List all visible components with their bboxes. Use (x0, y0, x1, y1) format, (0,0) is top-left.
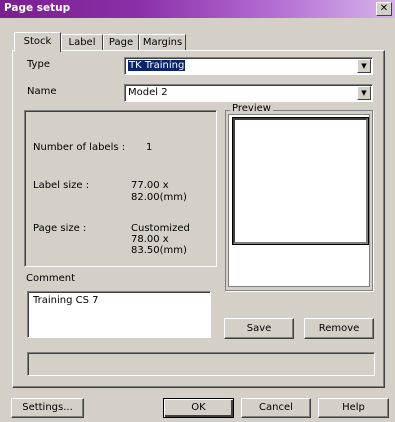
settings-button-label: Settings... (22, 402, 73, 413)
help-button[interactable]: Help (318, 398, 389, 418)
tab-margins[interactable]: Margins (139, 34, 186, 51)
tab-margins-label: Margins (142, 37, 183, 48)
cancel-button-label: Cancel (259, 402, 293, 413)
page-size-value-line1: Customized (131, 223, 190, 234)
number-of-labels-label: Number of labels : (33, 142, 126, 153)
comment-value: Training CS 7 (33, 295, 99, 306)
help-button-label: Help (342, 402, 365, 413)
page-size-value-line2: 78.00 x (131, 234, 169, 245)
remove-button[interactable]: Remove (304, 318, 374, 339)
save-button-label: Save (246, 323, 272, 334)
save-button[interactable]: Save (224, 318, 294, 339)
tab-label[interactable]: Label (61, 34, 103, 51)
comment-textarea[interactable]: Training CS 7 (27, 291, 211, 338)
tab-stock[interactable]: Stock (14, 32, 61, 52)
close-icon: ✕ (379, 3, 389, 14)
label-size-label: Label size : (33, 180, 90, 191)
name-dropdown-button[interactable]: ▼ (357, 86, 371, 100)
comment-label: Comment (26, 273, 75, 284)
settings-button[interactable]: Settings... (11, 398, 84, 418)
type-dropdown-button[interactable]: ▼ (357, 59, 371, 73)
remove-button-label: Remove (318, 323, 360, 334)
label-preview-box (232, 117, 369, 245)
cancel-button[interactable]: Cancel (241, 398, 311, 418)
name-combobox[interactable]: Model 2 ▼ (124, 84, 373, 102)
label-size-value-line2: 82.00(mm) (131, 192, 187, 203)
ok-button[interactable]: OK (163, 398, 234, 418)
close-button[interactable]: ✕ (376, 2, 392, 16)
active-tab-joiner (15, 50, 59, 52)
page-size-label: Page size : (33, 223, 87, 234)
tab-page-label: Page (108, 37, 134, 48)
preview-label: Preview (230, 103, 273, 114)
label-size-value-line1: 77.00 x (131, 180, 169, 191)
name-value: Model 2 (128, 87, 168, 98)
number-of-labels-value: 1 (146, 142, 153, 153)
chevron-down-icon: ▼ (361, 62, 367, 70)
window-title: Page setup (4, 2, 71, 14)
status-field (27, 352, 375, 376)
tab-label-label: Label (68, 37, 96, 48)
name-label: Name (27, 86, 57, 97)
type-combobox[interactable]: TK Training ▼ (124, 57, 373, 75)
tab-page[interactable]: Page (103, 34, 139, 51)
type-value: TK Training (128, 60, 186, 71)
tab-stock-label: Stock (23, 36, 52, 47)
page-size-value-line3: 83.50(mm) (131, 245, 187, 256)
chevron-down-icon: ▼ (361, 89, 367, 97)
ok-button-label: OK (191, 402, 206, 413)
type-label: Type (27, 59, 50, 70)
